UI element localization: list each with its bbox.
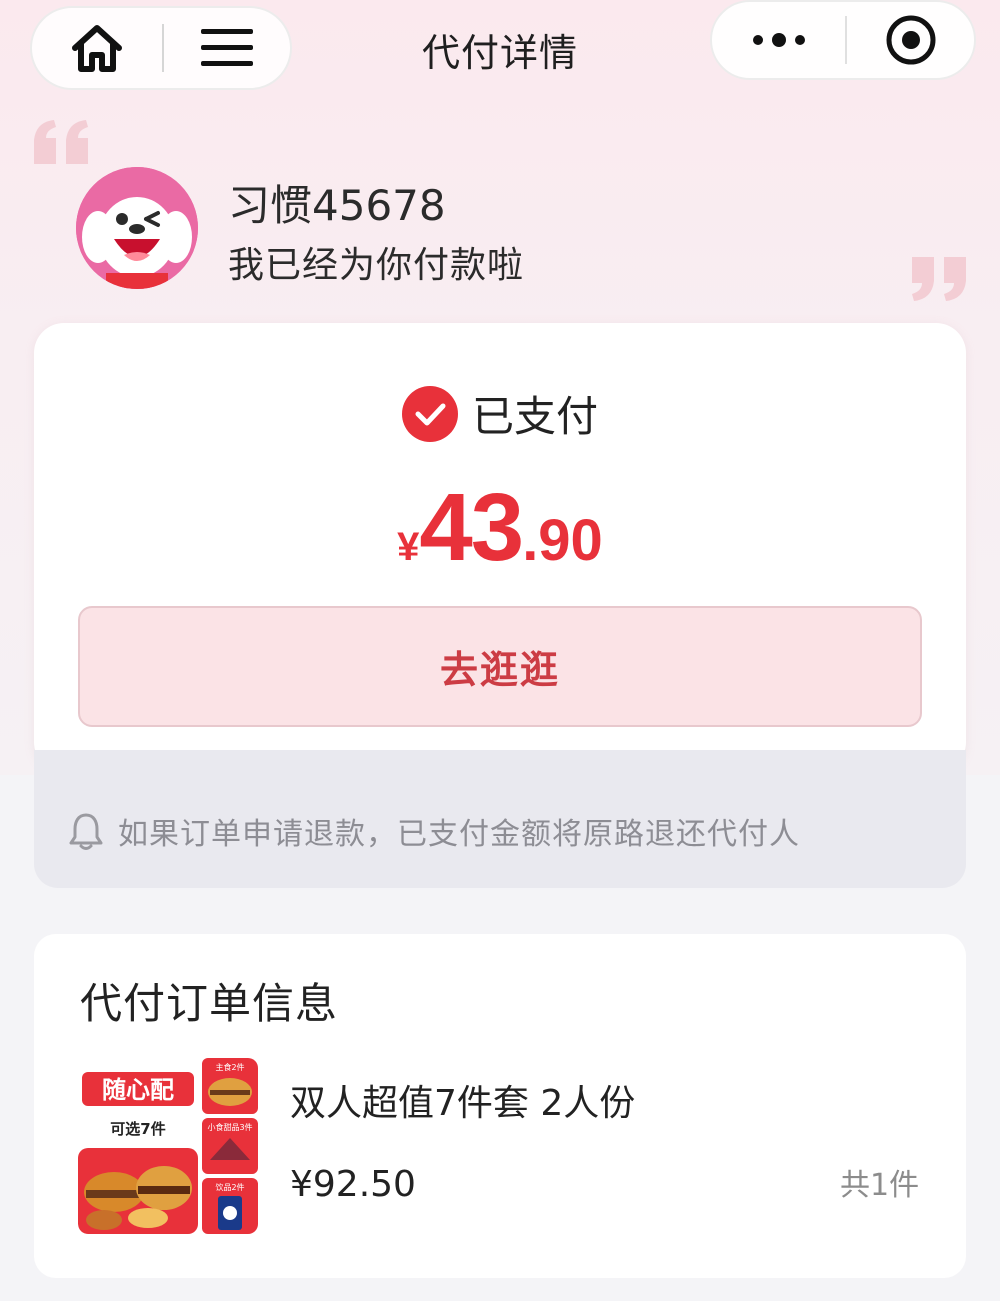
product-quantity: 共1件 [840,1168,920,1203]
product-tag-main: 主食2件 [215,1062,244,1072]
product-price: ¥92.50 [290,1164,416,1205]
payer-message: 我已经为你付款啦 [228,245,525,286]
avatar [76,167,198,289]
product-image-graphic: 随心配 可选7件 主食2件 小食甜品3件 饮品2件 [78,1058,258,1234]
payment-status-card: 已支付 ¥43.90 去逛逛 [34,323,966,772]
nav-capsule-right [710,0,976,80]
refund-notice: 如果订单申请退款，已支付金额将原路退还代付人 [34,750,966,888]
product-image[interactable]: 随心配 可选7件 主食2件 小食甜品3件 饮品2件 [78,1058,258,1234]
menu-button[interactable] [164,8,290,88]
product-pick-text: 可选7件 [110,1120,165,1138]
page-title: 代付详情 [421,31,578,75]
order-section-title: 代付订单信息 [80,979,339,1028]
refund-notice-text: 如果订单申请退款，已支付金额将原路退还代付人 [118,817,800,852]
nav-capsule-left [30,6,292,90]
order-info-card: 代付订单信息 随心配 可选7件 主食2件 小食甜品3件 饮品2件 双人超值7件套… [34,934,966,1278]
go-shopping-button[interactable]: 去逛逛 [78,606,922,727]
payment-status: 已支付 [471,392,598,441]
mascot-dog-icon [76,167,198,289]
close-quote-icon [912,257,966,301]
status-row: 已支付 [34,383,966,444]
more-dots-icon [752,33,805,47]
product-brand-text: 随心配 [102,1076,174,1104]
bell-icon [69,813,103,850]
paid-amount: ¥43.90 [34,473,966,583]
product-tag-snack: 小食甜品3件 [207,1122,252,1132]
close-miniprogram-button[interactable] [847,2,974,78]
currency-symbol: ¥ [397,525,420,569]
menu-icon [201,29,253,66]
home-icon [72,25,122,72]
product-name[interactable]: 双人超值7件套 2人份 [290,1074,635,1126]
product-tag-drink: 饮品2件 [215,1182,244,1192]
amount-decimal: .90 [522,508,603,573]
amount-integer: 43 [419,474,524,581]
payer-name: 习惯45678 [228,181,446,230]
target-icon [886,15,935,65]
check-circle-icon [401,385,458,442]
open-quote-icon [34,120,88,164]
more-button[interactable] [712,2,845,78]
home-button[interactable] [32,8,162,88]
